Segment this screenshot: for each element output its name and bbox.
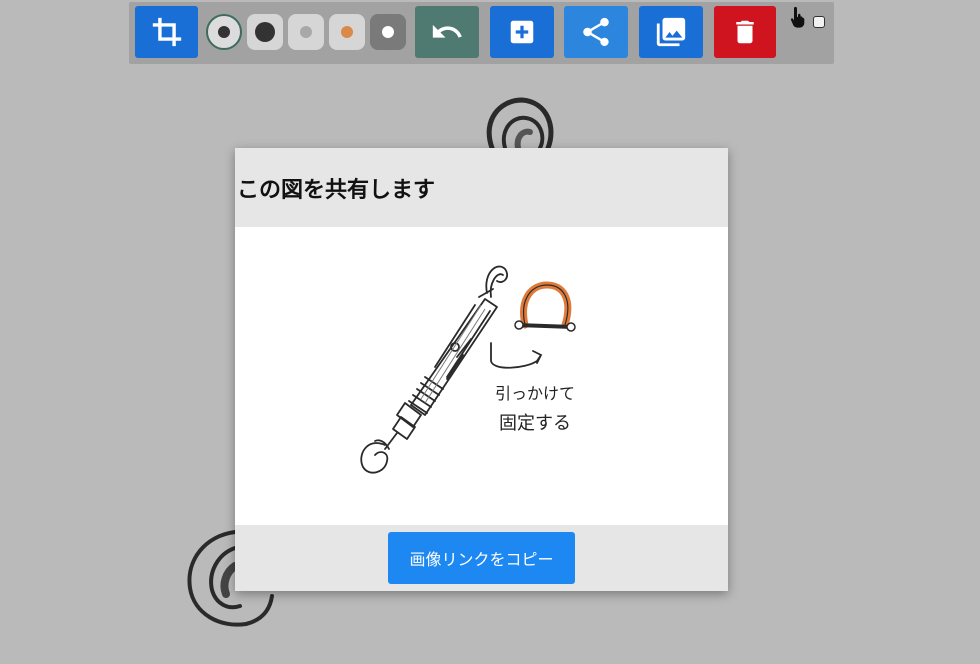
shackle-drawing — [514, 281, 576, 332]
dialog-body: 引っかけて 固定する — [235, 227, 728, 525]
annotation-line2: 固定する — [499, 413, 571, 434]
image-library-icon — [656, 17, 686, 47]
gallery-button[interactable] — [639, 6, 703, 58]
pen-dot-icon — [255, 22, 275, 42]
pen-thin-dark[interactable] — [206, 14, 242, 50]
pen-dot-icon — [341, 26, 353, 38]
undo-button[interactable] — [415, 6, 479, 58]
pen-thick-dark[interactable] — [247, 14, 283, 50]
arrow-drawing — [490, 342, 543, 369]
turnbuckle-drawing — [360, 265, 509, 474]
pen-orange[interactable] — [329, 14, 365, 50]
crop-button[interactable] — [135, 6, 198, 58]
delete-button[interactable] — [714, 6, 776, 58]
touch-toggle[interactable] — [788, 6, 832, 36]
trash-icon — [736, 20, 754, 44]
shared-image-preview: 引っかけて 固定する — [360, 265, 576, 474]
plus-box-icon — [510, 20, 534, 44]
share-icon — [583, 17, 609, 47]
touch-checkbox[interactable] — [813, 16, 825, 28]
annotation-line1: 引っかけて — [495, 384, 575, 403]
pen-dot-icon — [382, 26, 394, 38]
pen-gray[interactable] — [288, 14, 324, 50]
share-dialog: この図を共有します 引っかけて 固定する 画像リンクをコピー — [235, 148, 728, 591]
eraser-white[interactable] — [370, 14, 406, 50]
dialog-footer: 画像リンクをコピー — [235, 525, 728, 591]
dialog-header: この図を共有します — [235, 148, 728, 227]
pointing-hand-icon — [790, 6, 805, 28]
copy-image-link-button[interactable]: 画像リンクをコピー — [388, 532, 575, 584]
dialog-title: この図を共有します — [237, 177, 436, 203]
add-button[interactable] — [490, 6, 554, 58]
share-button[interactable] — [564, 6, 628, 58]
crop-icon — [152, 17, 181, 47]
pen-dot-icon — [300, 26, 312, 38]
undo-icon — [432, 24, 462, 38]
pen-dot-icon — [218, 26, 230, 38]
